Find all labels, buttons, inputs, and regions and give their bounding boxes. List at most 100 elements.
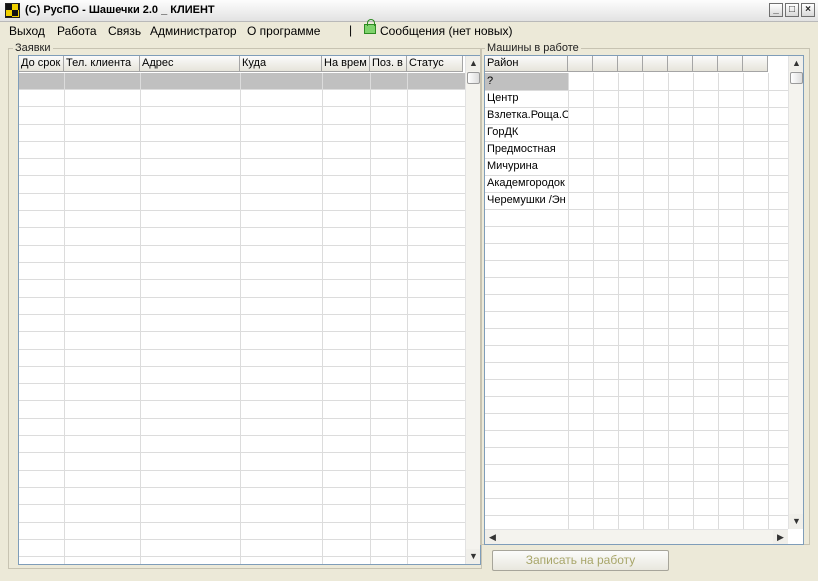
cars-hscroll[interactable]: ◀ ▶ (485, 529, 788, 544)
order-row-line (19, 124, 465, 125)
region-row[interactable]: Центр (485, 90, 568, 107)
order-row-line (19, 556, 465, 557)
region-row[interactable]: ? (485, 73, 568, 90)
order-row-line (19, 314, 465, 315)
cars-grid[interactable]: Район ? Центр Взлетка.Роща.С ГорДК Предм… (484, 55, 804, 545)
region-row[interactable]: Предмостная (485, 141, 568, 158)
scroll-down-arrow[interactable]: ▼ (789, 514, 803, 529)
order-row-line (19, 279, 465, 280)
order-row-line (19, 297, 465, 298)
order-column-line (64, 73, 65, 564)
car-row-line (485, 515, 788, 516)
order-row-line (19, 210, 465, 211)
car-row-line (485, 464, 788, 465)
col-blank (668, 56, 693, 72)
cars-group-label: Машины в работе (485, 42, 581, 54)
col-blank (568, 56, 593, 72)
order-row-line (19, 452, 465, 453)
order-row-line (19, 504, 465, 505)
car-row-line (485, 294, 788, 295)
menu-work[interactable]: Работа (57, 24, 97, 38)
col-blank (693, 56, 718, 72)
window-title: (C) РусПО - Шашечки 2.0 _ КЛИЕНТ (25, 4, 215, 16)
car-row-line (485, 447, 788, 448)
order-row-line (19, 89, 465, 90)
col-blank (618, 56, 643, 72)
order-row-line (19, 470, 465, 471)
menu-separator: | (349, 23, 353, 37)
scroll-up-arrow[interactable]: ▲ (789, 56, 803, 71)
order-column-line (240, 73, 241, 564)
order-row-line (19, 262, 465, 263)
order-column-line (370, 73, 371, 564)
region-row[interactable]: Академгородок (485, 175, 568, 192)
menu-messages[interactable]: Сообщения (нет новых) (380, 24, 513, 38)
scroll-thumb[interactable] (790, 72, 803, 84)
order-row-line (19, 487, 465, 488)
order-row-line (19, 522, 465, 523)
order-row-line (19, 539, 465, 540)
order-row-line (19, 245, 465, 246)
minimize-button[interactable]: _ (769, 3, 783, 17)
order-row-line (19, 158, 465, 159)
order-column-line (322, 73, 323, 564)
order-row-line (19, 400, 465, 401)
orders-grid[interactable]: До срок Тел. клиента Адрес Куда На врем … (18, 55, 481, 565)
cars-header: Район (485, 56, 768, 72)
car-row-line (485, 260, 788, 261)
col-region[interactable]: Район (485, 56, 568, 72)
order-row-line (19, 383, 465, 384)
order-row-selected[interactable] (19, 73, 465, 89)
col-blank (643, 56, 668, 72)
close-button[interactable]: × (801, 3, 815, 17)
order-column-line (407, 73, 408, 564)
car-row-line (485, 226, 788, 227)
scroll-thumb[interactable] (467, 72, 480, 84)
col-time[interactable]: На врем (322, 56, 370, 72)
car-row-line (485, 328, 788, 329)
col-status[interactable]: Статус (407, 56, 463, 72)
scroll-left-arrow[interactable]: ◀ (485, 530, 500, 544)
scroll-down-arrow[interactable]: ▼ (466, 549, 480, 564)
car-row-line (485, 396, 788, 397)
menu-exit[interactable]: Выход (9, 24, 45, 38)
col-deadline[interactable]: До срок (19, 56, 64, 72)
col-client-phone[interactable]: Тел. клиента (64, 56, 140, 72)
menu-admin[interactable]: Администратор (150, 24, 237, 38)
menu-connection[interactable]: Связь (108, 24, 141, 38)
col-destination[interactable]: Куда (240, 56, 322, 72)
title-bar[interactable]: (C) РусПО - Шашечки 2.0 _ КЛИЕНТ _ □ × (0, 0, 818, 22)
col-blank (718, 56, 743, 72)
order-row-line (19, 193, 465, 194)
car-row-line (485, 277, 788, 278)
order-row-line (19, 175, 465, 176)
region-row[interactable]: Мичурина (485, 158, 568, 175)
envelope-icon (364, 19, 376, 34)
scroll-up-arrow[interactable]: ▲ (466, 56, 480, 71)
maximize-button[interactable]: □ (785, 3, 799, 17)
order-row-line (19, 331, 465, 332)
car-row-line (485, 243, 788, 244)
assign-to-work-button[interactable]: Записать на работу (492, 550, 669, 571)
car-row-line (485, 345, 788, 346)
region-row[interactable]: Взлетка.Роща.С (485, 107, 568, 124)
col-position[interactable]: Поз. в (370, 56, 407, 72)
col-address[interactable]: Адрес (140, 56, 240, 72)
cars-vscroll[interactable]: ▲ ▼ (788, 56, 803, 529)
order-row-line (19, 349, 465, 350)
car-row-line (485, 209, 788, 210)
orders-header: До срок Тел. клиента Адрес Куда На врем … (19, 56, 463, 72)
region-row[interactable]: Черемушки /Эн (485, 192, 568, 209)
order-row-line (19, 227, 465, 228)
car-row-line (485, 362, 788, 363)
car-row-line (485, 311, 788, 312)
order-row-line (19, 106, 465, 107)
car-row-line (485, 481, 788, 482)
car-row-line (485, 413, 788, 414)
scroll-right-arrow[interactable]: ▶ (773, 530, 788, 544)
region-row[interactable]: ГорДК (485, 124, 568, 141)
order-row-line (19, 366, 465, 367)
orders-vscroll[interactable]: ▲ ▼ (465, 56, 480, 564)
col-blank (743, 56, 768, 72)
menu-about[interactable]: О программе (247, 24, 320, 38)
